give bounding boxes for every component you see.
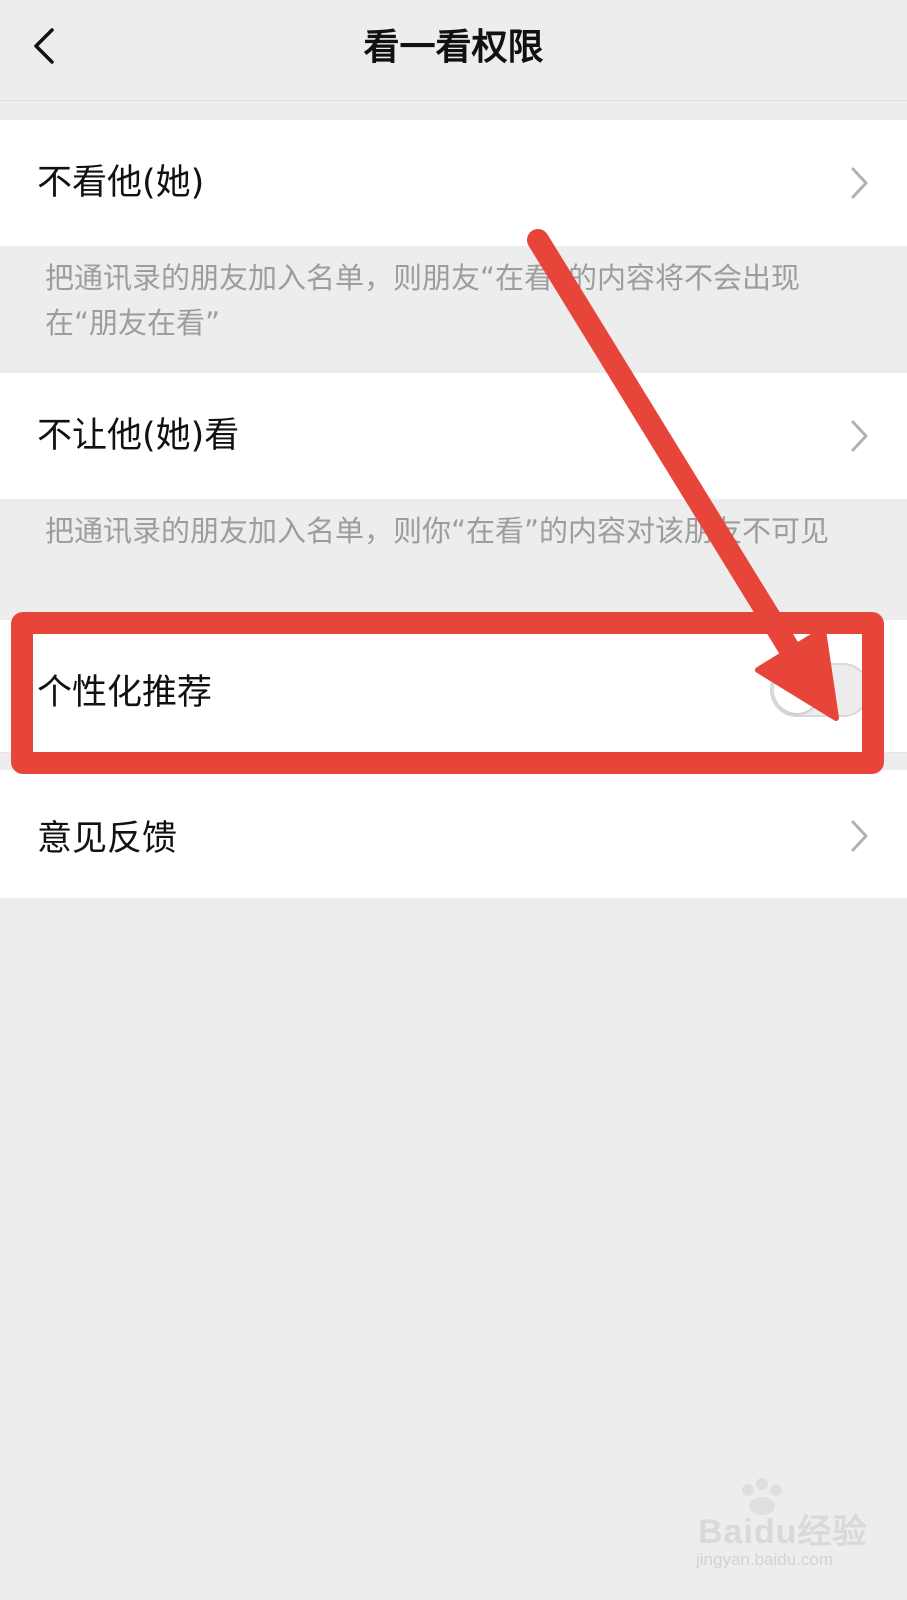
row-hide-my-content[interactable]: 不让他(她)看 — [0, 373, 907, 499]
watermark-url: jingyan.baidu.com — [696, 1550, 834, 1569]
row-label: 个性化推荐 — [37, 673, 213, 713]
divider — [0, 752, 907, 753]
row-feedback[interactable]: 意见反馈 — [0, 770, 907, 898]
nav-header: 看一看权限 — [0, 0, 907, 101]
row-description: 把通讯录的朋友加入名单，则朋友“在看”的内容将不会出现在“朋友在看” — [45, 261, 801, 340]
row-description: 把通讯录的朋友加入名单，则你“在看”的内容对该朋友不可见 — [45, 514, 830, 548]
row-label: 不看他(她) — [37, 163, 205, 203]
row-label: 不让他(她)看 — [37, 416, 240, 456]
watermark-brand: Baidu经验 — [698, 1513, 868, 1551]
chevron-right-icon — [851, 420, 868, 452]
page-title: 看一看权限 — [363, 27, 544, 68]
chevron-right-icon — [851, 167, 868, 199]
watermark: Baidu经验 jingyan.baidu.com — [690, 1478, 890, 1580]
chevron-right-icon — [851, 820, 868, 852]
toggle-knob — [774, 667, 820, 713]
row-label: 意见反馈 — [37, 819, 178, 859]
row-hide-from-me[interactable]: 不看他(她) — [0, 120, 907, 246]
personalized-recommendation-toggle[interactable] — [770, 663, 870, 717]
